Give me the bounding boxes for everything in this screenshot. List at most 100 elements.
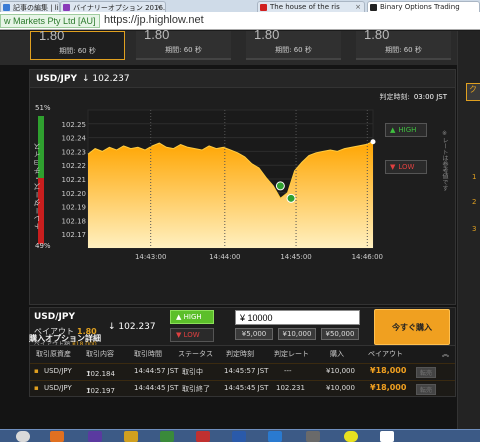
chart-low-button[interactable]: ▼ LOW <box>385 160 427 174</box>
y-tick-label: 102.19 <box>62 204 87 212</box>
low-label: LOW <box>183 331 200 339</box>
quick-amount-10000[interactable]: ¥10,000 <box>278 328 316 340</box>
high-button[interactable]: ▲ HIGH <box>170 310 214 324</box>
row-judge-time: 14:45:57 JST <box>224 367 269 375</box>
side-marker: 2 <box>472 198 477 206</box>
period-label: 期間: 60 秒 <box>165 46 202 54</box>
y-tick-label: 102.21 <box>62 176 87 184</box>
period-label: 期間: 60 秒 <box>385 46 422 54</box>
app-icon[interactable] <box>306 431 320 442</box>
column-header: 取引時間 <box>134 350 162 358</box>
chart-high-button[interactable]: ▲ HIGH <box>385 123 427 137</box>
y-tick-label: 102.17 <box>62 231 87 239</box>
column-header: ペイアウト <box>368 350 403 358</box>
row-judge-time: 14:45:45 JST <box>224 384 269 392</box>
row-payout: ¥18,000 <box>370 366 407 375</box>
windows-taskbar <box>0 429 480 442</box>
youtube-icon <box>260 4 267 11</box>
close-icon[interactable]: × <box>355 3 361 11</box>
current-point <box>370 139 376 145</box>
quick-amount-50000[interactable]: ¥50,000 <box>321 328 359 340</box>
app-icon[interactable] <box>232 431 246 442</box>
tab-title: バイナリーオプション 2016. <box>73 4 166 12</box>
rate-card[interactable]: 1.80 期間: 60 秒 <box>246 27 341 60</box>
payout-rate-strip: 1.80 期間: 60 秒 1.80 期間: 60 秒 1.80 期間: 60 … <box>0 27 457 65</box>
rate-value: 1.80 <box>364 27 390 42</box>
y-tick-label: 102.23 <box>62 148 87 156</box>
down-arrow-icon: ↓ <box>108 322 119 332</box>
side-marker: 1 <box>472 173 477 181</box>
tab-title: 記事の編集 | livedoor Bl <box>13 4 59 12</box>
tab-title: The house of the ris <box>270 3 340 11</box>
folder-icon[interactable] <box>124 431 138 442</box>
row-status: 取引中 <box>182 368 203 376</box>
row-payout: ¥18,000 <box>370 383 407 392</box>
close-icon[interactable]: × <box>156 3 162 11</box>
trade-rate: ↓ 102.237 <box>108 322 156 332</box>
column-header: 判定時刻 <box>226 350 254 358</box>
down-arrow-icon: ▼ <box>176 331 184 339</box>
row-purchase: ¥10,000 <box>326 367 355 375</box>
column-header: ステータス <box>178 350 213 358</box>
app-icon[interactable] <box>160 431 174 442</box>
browser-tab-bar: 記事の編集 | livedoor Bl バイナリーオプション 2016. × T… <box>0 0 480 12</box>
tab-binary-2016[interactable]: バイナリーオプション 2016. × <box>60 1 166 12</box>
app-icon[interactable] <box>196 431 210 442</box>
collapse-icon[interactable]: ︽ <box>442 349 449 359</box>
trade-rate-value: 102.237 <box>118 322 156 332</box>
row-asset: USD/JPY <box>44 367 72 375</box>
row-flag-icon: ▪ <box>34 384 39 392</box>
resell-button[interactable]: 転売 <box>416 384 437 395</box>
rate-value: 1.80 <box>254 27 280 42</box>
resell-button[interactable]: 転売 <box>416 367 437 378</box>
up-arrow-icon: ▲ <box>390 126 396 134</box>
column-header: 取引原資産 <box>36 350 71 358</box>
row-status: 取引終了 <box>182 385 210 393</box>
trading-page: 1.80 期間: 60 秒 1.80 期間: 60 秒 1.80 期間: 60 … <box>0 27 480 429</box>
orders-title: 購入オプション詳細 <box>29 334 101 343</box>
rate-card[interactable]: 1.80 期間: 60 秒 <box>30 28 125 60</box>
chart-panel: USD/JPY ↓ 102.237 判定時刻: 03:00 JST 51% 49%… <box>29 69 456 305</box>
x-tick-label: 14:46:00 <box>352 253 383 261</box>
rate-value: 1.80 <box>39 28 65 43</box>
y-tick-label: 102.20 <box>62 190 87 198</box>
orders-table: 取引原資産 取引内容 取引時間 ステータス 判定時刻 判定レート 購入 ペイアウ… <box>29 345 456 397</box>
address-bar: w Markets Pty Ltd [AU] https://jp.highlo… <box>0 12 480 30</box>
table-row[interactable]: ▪ USD/JPY ↑ 102.184 14:44:57 JST 取引中 14:… <box>30 363 455 379</box>
side-panel-tab[interactable]: ク <box>466 83 480 101</box>
tab-house[interactable]: The house of the ris × <box>257 1 365 12</box>
row-judge-rate: --- <box>284 367 292 375</box>
favicon-icon <box>63 4 70 11</box>
y-tick-label: 102.24 <box>62 135 87 143</box>
app-icon[interactable] <box>268 431 282 442</box>
app-icon[interactable] <box>344 431 358 442</box>
x-tick-label: 14:44:00 <box>209 253 240 261</box>
period-label: 期間: 60 秒 <box>59 47 96 55</box>
url-input[interactable]: https://jp.highlow.net <box>104 14 204 26</box>
quick-amount-5000[interactable]: ¥5,000 <box>235 328 273 340</box>
firefox-icon[interactable] <box>50 431 64 442</box>
favicon-icon <box>3 4 10 11</box>
row-judge-rate: 102.231 <box>276 384 305 392</box>
chart-side-note: ※レートは参考値です <box>441 130 448 191</box>
low-label: LOW <box>398 163 415 171</box>
media-player-icon[interactable] <box>88 431 102 442</box>
app-icon[interactable] <box>380 431 394 442</box>
low-button[interactable]: ▼ LOW <box>170 328 214 342</box>
amount-input[interactable]: ¥ 10000 <box>235 310 360 325</box>
tab-blog-edit[interactable]: 記事の編集 | livedoor Bl <box>0 1 60 12</box>
rate-card[interactable]: 1.80 期間: 60 秒 <box>136 27 231 60</box>
right-side-panel: ク 1 2 3 <box>457 31 480 429</box>
high-label: HIGH <box>398 126 417 134</box>
buy-now-button[interactable]: 今すぐ購入 <box>374 309 450 345</box>
ev-certificate-badge[interactable]: w Markets Pty Ltd [AU] <box>0 14 100 28</box>
tab-binary-options[interactable]: Binary Options Trading <box>367 1 480 12</box>
table-row[interactable]: ▪ USD/JPY ↑ 102.197 14:44:45 JST 取引終了 14… <box>30 380 455 396</box>
rate-card[interactable]: 1.80 期間: 60 秒 <box>356 27 451 60</box>
position-marker <box>286 193 296 203</box>
start-icon[interactable] <box>16 431 30 442</box>
row-time: 14:44:57 JST <box>134 367 179 375</box>
trade-pair: USD/JPY <box>34 312 76 322</box>
row-time: 14:44:45 JST <box>134 384 179 392</box>
y-tick-label: 102.18 <box>62 217 87 225</box>
